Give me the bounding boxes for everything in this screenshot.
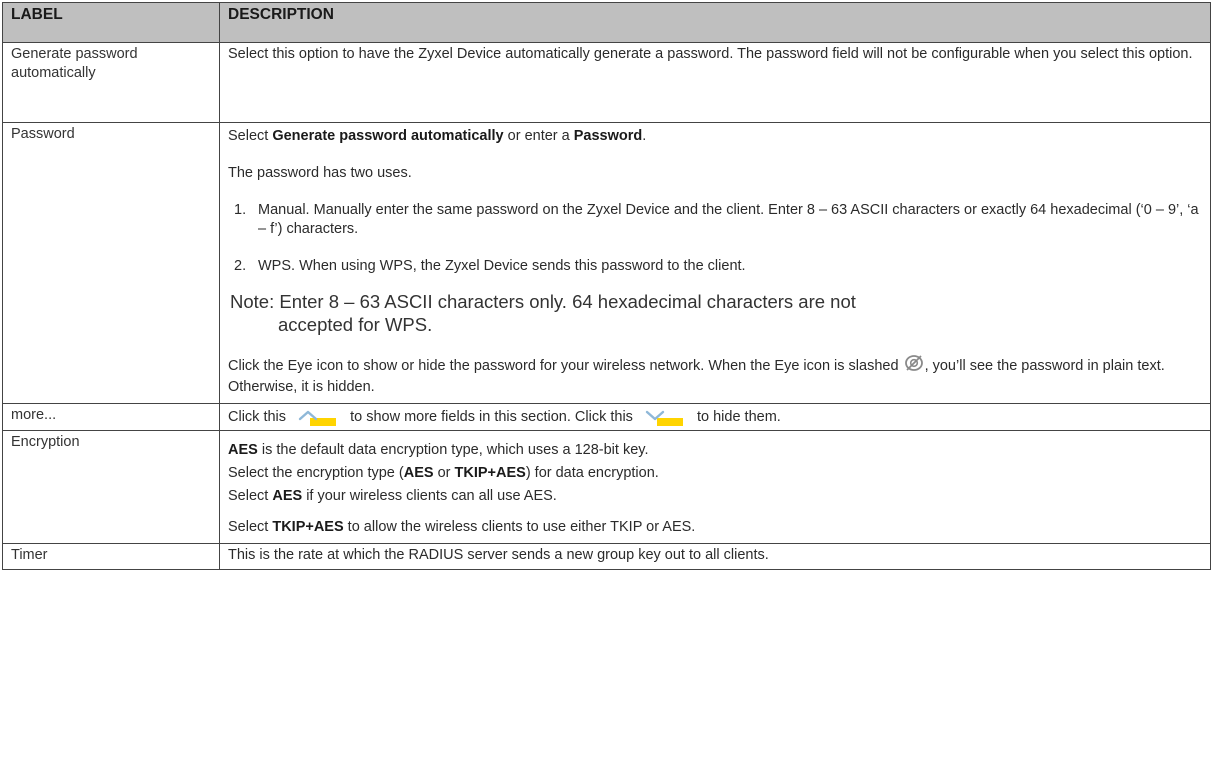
description-text: Select Generate password automatically o… <box>228 127 1202 146</box>
text-segment: or enter a <box>503 128 574 144</box>
row-description: Click this to show more fields in this s… <box>219 403 1211 431</box>
text-segment: if your wireless clients can all use AES… <box>302 488 557 504</box>
text-segment: to show more fields in this section. Cli… <box>346 408 637 425</box>
row-label: more... <box>2 403 220 431</box>
note-block: Note: Enter 8 – 63 ASCII characters only… <box>228 290 1202 336</box>
row-description: This is the rate at which the RADIUS ser… <box>219 543 1211 570</box>
description-text: Click the Eye icon to show or hide the p… <box>228 354 1202 397</box>
table-header-row: LABEL DESCRIPTION <box>2 2 1211 43</box>
list-number: 2. <box>234 258 247 274</box>
text-segment: to allow the wireless clients to use eit… <box>343 519 696 535</box>
bold-term: Generate password automatically <box>272 128 504 144</box>
row-label: Encryption <box>2 430 220 544</box>
description-text: Select the encryption type (AES or TKIP+… <box>228 464 1202 483</box>
row-label: Password <box>2 122 220 404</box>
bold-term: AES <box>403 465 434 481</box>
text-segment: Select <box>228 519 273 535</box>
description-text: AES is the default data encryption type,… <box>228 441 1202 460</box>
text-segment: ) for data encryption. <box>525 465 659 481</box>
text-segment: is the default data encryption type, whi… <box>257 442 649 458</box>
list-number: 1. <box>234 202 247 218</box>
table-row: Generate password automatically Select t… <box>2 42 1211 123</box>
table-row: more... Click this to show more fields i… <box>2 403 1211 431</box>
text-segment: Select <box>228 488 273 504</box>
row-description: Select Generate password automatically o… <box>219 122 1211 404</box>
row-description: AES is the default data encryption type,… <box>219 430 1211 544</box>
numbered-list: 1. Manual. Manually enter the same passw… <box>228 201 1202 276</box>
description-text: Select this option to have the Zyxel Dev… <box>228 46 1193 62</box>
note-prefix: Note: <box>230 291 280 312</box>
list-text: WPS. When using WPS, the Zyxel Device se… <box>258 258 746 274</box>
row-label: Timer <box>2 543 220 570</box>
bold-term: AES <box>272 488 303 504</box>
bold-term: TKIP+AES <box>454 465 526 481</box>
text-segment: to hide them. <box>692 408 781 425</box>
header-label: LABEL <box>2 2 220 43</box>
bold-term: TKIP+AES <box>272 519 344 535</box>
note-text-continued: accepted for WPS. <box>278 314 433 335</box>
expand-up-arrow-icon <box>296 407 340 427</box>
header-description: DESCRIPTION <box>219 2 1211 43</box>
note-text: Enter 8 – 63 ASCII characters only. 64 h… <box>279 291 856 312</box>
list-item: 2. WPS. When using WPS, the Zyxel Device… <box>228 257 1202 276</box>
bold-term: Password <box>573 128 643 144</box>
text-segment: . <box>642 128 647 144</box>
row-description: Select this option to have the Zyxel Dev… <box>219 42 1211 123</box>
bold-term: AES <box>228 442 258 458</box>
description-text: Select TKIP+AES to allow the wireless cl… <box>228 518 1202 537</box>
text-segment: Click this <box>228 408 291 425</box>
description-text: Click this to show more fields in this s… <box>228 407 1202 427</box>
table-row: Password Select Generate password automa… <box>2 122 1211 404</box>
table-row: Timer This is the rate at which the RADI… <box>2 543 1211 570</box>
description-text: Select AES if your wireless clients can … <box>228 487 1202 506</box>
text-segment: Select the encryption type ( <box>228 465 404 481</box>
description-text: This is the rate at which the RADIUS ser… <box>228 547 769 563</box>
row-label: Generate password automatically <box>2 42 220 123</box>
collapse-down-arrow-icon <box>643 407 687 427</box>
description-text: The password has two uses. <box>228 165 412 181</box>
table-row: Encryption AES is the default data encry… <box>2 430 1211 544</box>
text-segment: or <box>433 465 455 481</box>
field-description-table: LABEL DESCRIPTION Generate password auto… <box>2 2 1211 570</box>
text-segment: Select <box>228 128 273 144</box>
list-item: 1. Manual. Manually enter the same passw… <box>228 201 1202 239</box>
text-segment: Click the Eye icon to show or hide the p… <box>228 357 903 374</box>
eye-slashed-icon <box>903 354 925 378</box>
list-text: Manual. Manually enter the same password… <box>258 202 1199 237</box>
